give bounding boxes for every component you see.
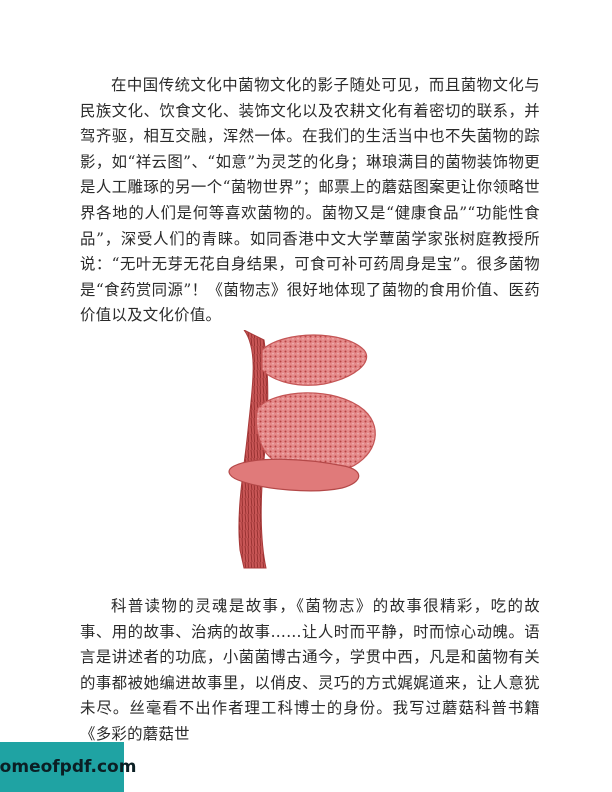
document-page: 在中国传统文化中菌物文化的影子随处可见，而且菌物文化与民族文化、饮食文化、装饰文…: [0, 0, 612, 792]
body-paragraph-1: 在中国传统文化中菌物文化的影子随处可见，而且菌物文化与民族文化、饮食文化、装饰文…: [80, 76, 540, 325]
bracket-fungus-illustration-icon: [214, 329, 394, 570]
body-paragraph-2: 科普读物的灵魂是故事，《菌物志》的故事很精彩，吃的故事、用的故事、治病的故事………: [80, 597, 540, 743]
watermark-badge[interactable]: homeofpdf.com: [0, 742, 136, 792]
